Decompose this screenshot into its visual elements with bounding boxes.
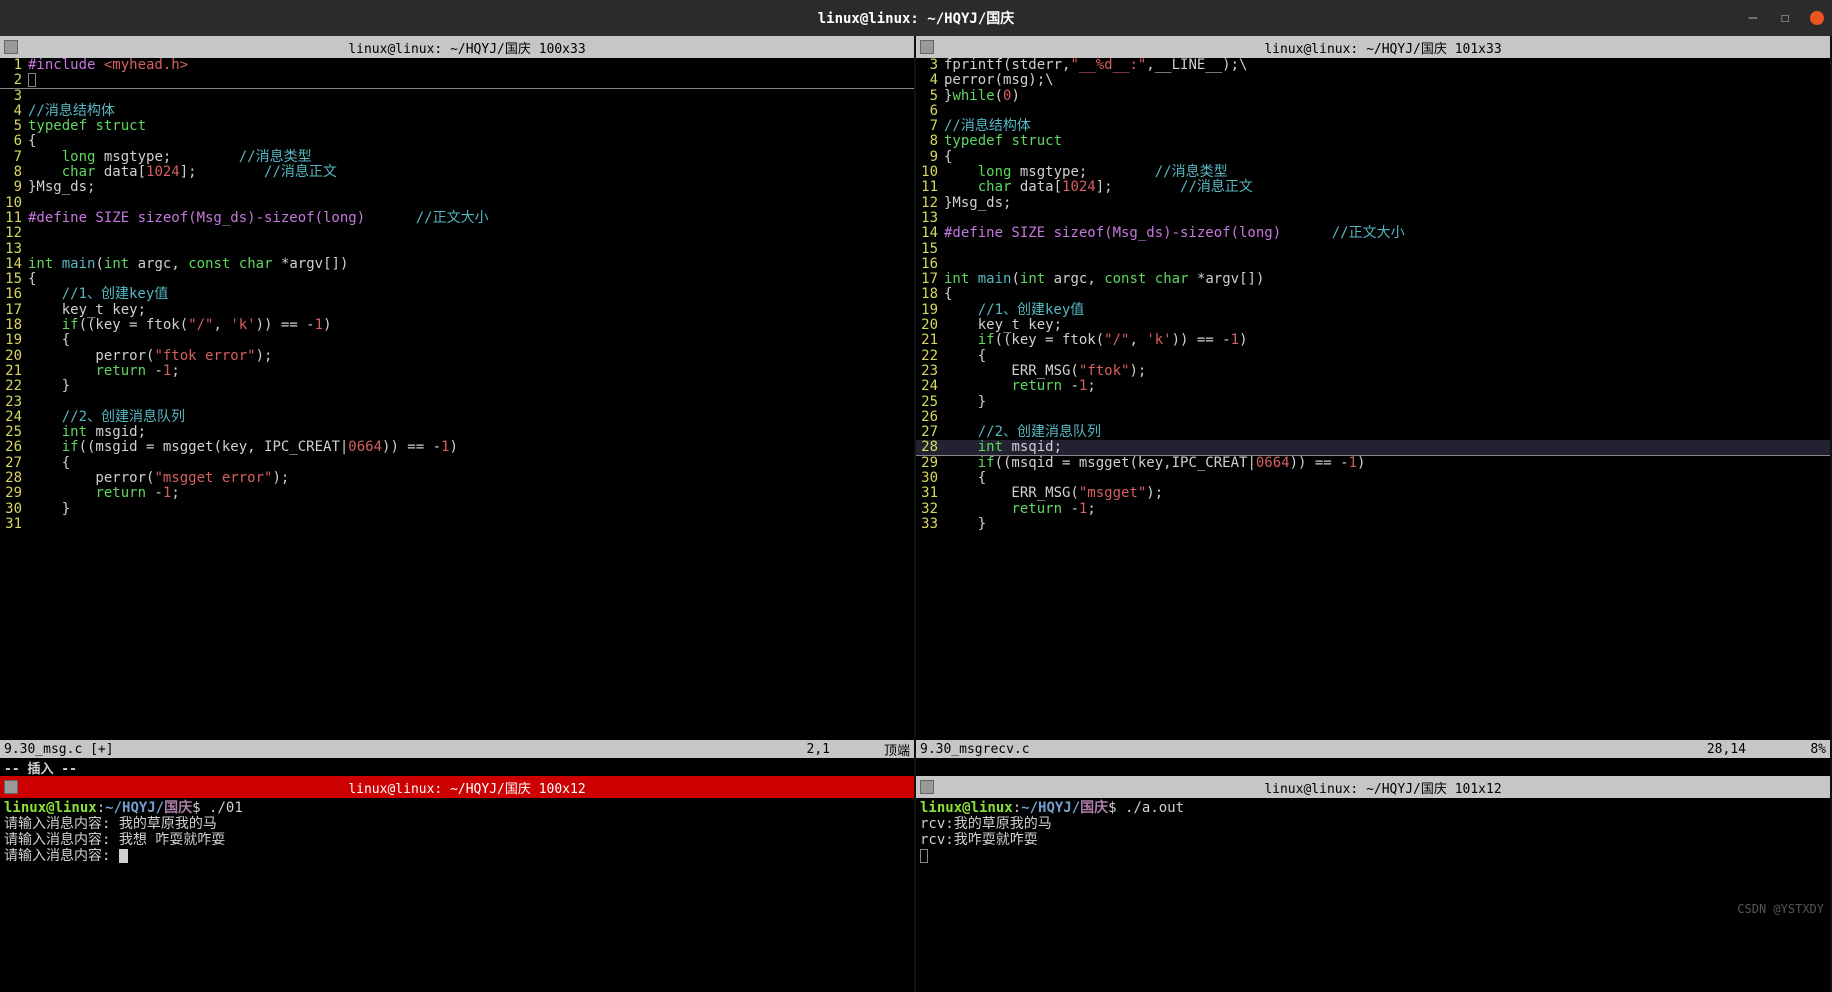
- code-line: 23: [0, 395, 914, 410]
- code-line: 18 if((key = ftok("/", 'k')) == -1): [0, 318, 914, 333]
- window-titlebar: linux@linux: ~/HQYJ/国庆 — ☐: [0, 0, 1832, 36]
- code-line: 30 {: [916, 471, 1830, 486]
- code-line: 30 }: [0, 502, 914, 517]
- code-line: 9}Msg_ds;: [0, 180, 914, 195]
- code-line: 21 if((key = ftok("/", 'k')) == -1): [916, 333, 1830, 348]
- code-line: 15{: [0, 272, 914, 287]
- code-line: 15: [916, 242, 1830, 257]
- code-line: 25 }: [916, 395, 1830, 410]
- code-line: 16 //1、创建key值: [0, 287, 914, 302]
- code-line: 1#include <myhead.h>: [0, 58, 914, 73]
- code-line: 21 return -1;: [0, 364, 914, 379]
- vim-mode: -- 插入 --: [0, 758, 914, 776]
- code-line: 19 {: [0, 333, 914, 348]
- code-line: 16: [916, 257, 1830, 272]
- close-button[interactable]: [1810, 11, 1824, 25]
- vim-mode-right: [916, 758, 1830, 776]
- status-file: 9.30_msgrecv.c: [920, 742, 1646, 757]
- code-line: 12}Msg_ds;: [916, 196, 1830, 211]
- pane-title: linux@linux: ~/HQYJ/国庆 101x33: [940, 38, 1826, 57]
- code-line: 12: [0, 226, 914, 241]
- bottom-row: linux@linux: ~/HQYJ/国庆 100x12 linux@linu…: [0, 776, 1832, 992]
- code-line: 8 char data[1024]; //消息正文: [0, 165, 914, 180]
- code-line: 24 return -1;: [916, 379, 1830, 394]
- code-line: 26: [916, 410, 1830, 425]
- pane-title: linux@linux: ~/HQYJ/国庆 100x33: [24, 38, 910, 57]
- minimize-button[interactable]: —: [1746, 11, 1760, 25]
- code-line: 14#define SIZE sizeof(Msg_ds)-sizeof(lon…: [916, 226, 1830, 241]
- code-line: 13: [916, 211, 1830, 226]
- statusbar-right: 9.30_msgrecv.c 28,14 8%: [916, 740, 1830, 758]
- code-editor-left[interactable]: 1#include <myhead.h>234//消息结构体5typedef s…: [0, 58, 914, 740]
- pane-menu-icon[interactable]: [4, 40, 18, 54]
- watermark: CSDN @YSTXDY: [1737, 902, 1824, 916]
- code-line: 6: [916, 104, 1830, 119]
- code-line: 18{: [916, 287, 1830, 302]
- pane-title: linux@linux: ~/HQYJ/国庆 100x12: [24, 778, 910, 797]
- status-pos: 2,1: [730, 742, 850, 757]
- maximize-button[interactable]: ☐: [1778, 11, 1792, 25]
- code-line: 20 key_t key;: [916, 318, 1830, 333]
- code-line: 3fprintf(stderr,"__%d__:",__LINE__);\: [916, 58, 1830, 73]
- code-line: 14int main(int argc, const char *argv[]): [0, 257, 914, 272]
- pane-menu-icon[interactable]: [920, 40, 934, 54]
- status-file: 9.30_msg.c [+]: [4, 742, 730, 757]
- code-line: 5typedef struct: [0, 119, 914, 134]
- pane-header-tr: linux@linux: ~/HQYJ/国庆 101x33: [916, 36, 1830, 58]
- code-line: 5}while(0): [916, 89, 1830, 104]
- code-line: 17 key_t key;: [0, 303, 914, 318]
- code-line: 23 ERR_MSG("ftok");: [916, 364, 1830, 379]
- code-line: 31: [0, 517, 914, 532]
- workspace: linux@linux: ~/HQYJ/国庆 100x33 1#include …: [0, 36, 1832, 776]
- code-line: 8typedef struct: [916, 134, 1830, 149]
- code-line: 19 //1、创建key值: [916, 303, 1830, 318]
- code-line: 33 }: [916, 517, 1830, 532]
- code-line: 3: [0, 89, 914, 104]
- code-editor-right[interactable]: 3fprintf(stderr,"__%d__:",__LINE__);\4pe…: [916, 58, 1830, 740]
- code-line: 27 {: [0, 456, 914, 471]
- pane-title: linux@linux: ~/HQYJ/国庆 101x12: [940, 778, 1826, 797]
- pane-top-right: linux@linux: ~/HQYJ/国庆 101x33 3fprintf(s…: [916, 36, 1832, 776]
- statusbar-left: 9.30_msg.c [+] 2,1 顶端: [0, 740, 914, 758]
- code-line: 25 int msgid;: [0, 425, 914, 440]
- pane-bottom-right: linux@linux: ~/HQYJ/国庆 101x12 linux@linu…: [916, 776, 1832, 992]
- code-line: 11#define SIZE sizeof(Msg_ds)-sizeof(lon…: [0, 211, 914, 226]
- pane-menu-icon[interactable]: [920, 780, 934, 794]
- pane-bottom-left: linux@linux: ~/HQYJ/国庆 100x12 linux@linu…: [0, 776, 916, 992]
- code-line: 9{: [916, 150, 1830, 165]
- code-line: 28 perror("msgget error");: [0, 471, 914, 486]
- code-line: 29 if((msqid = msgget(key,IPC_CREAT|0664…: [916, 456, 1830, 471]
- pane-menu-icon[interactable]: [4, 780, 18, 794]
- code-line: 22 }: [0, 379, 914, 394]
- code-line: 24 //2、创建消息队列: [0, 410, 914, 425]
- code-line: 20 perror("ftok error");: [0, 349, 914, 364]
- code-line: 27 //2、创建消息队列: [916, 425, 1830, 440]
- code-line: 11 char data[1024]; //消息正文: [916, 180, 1830, 195]
- window-title: linux@linux: ~/HQYJ/国庆: [818, 8, 1015, 28]
- code-line: 4//消息结构体: [0, 104, 914, 119]
- code-line: 28 int msqid;: [916, 440, 1830, 455]
- status-pos: 28,14: [1646, 742, 1766, 757]
- code-line: 32 return -1;: [916, 502, 1830, 517]
- code-line: 10: [0, 196, 914, 211]
- code-line: 7 long msgtype; //消息类型: [0, 150, 914, 165]
- terminal-right[interactable]: linux@linux:~/HQYJ/国庆$ ./a.outrcv:我的草原我的…: [916, 798, 1830, 992]
- pane-top-left: linux@linux: ~/HQYJ/国庆 100x33 1#include …: [0, 36, 916, 776]
- pane-header-bl: linux@linux: ~/HQYJ/国庆 100x12: [0, 776, 914, 798]
- status-scroll: 顶端: [850, 740, 910, 759]
- code-line: 7//消息结构体: [916, 119, 1830, 134]
- code-line: 17int main(int argc, const char *argv[]): [916, 272, 1830, 287]
- pane-header-tl: linux@linux: ~/HQYJ/国庆 100x33: [0, 36, 914, 58]
- code-line: 6{: [0, 134, 914, 149]
- code-line: 29 return -1;: [0, 486, 914, 501]
- code-line: 4perror(msg);\: [916, 73, 1830, 88]
- code-line: 22 {: [916, 349, 1830, 364]
- status-scroll: 8%: [1766, 742, 1826, 757]
- code-line: 26 if((msgid = msgget(key, IPC_CREAT|066…: [0, 440, 914, 455]
- code-line: 13: [0, 242, 914, 257]
- terminal-left[interactable]: linux@linux:~/HQYJ/国庆$ ./01请输入消息内容: 我的草原…: [0, 798, 914, 992]
- code-line: 2: [0, 73, 914, 88]
- code-line: 31 ERR_MSG("msgget");: [916, 486, 1830, 501]
- pane-header-br: linux@linux: ~/HQYJ/国庆 101x12: [916, 776, 1830, 798]
